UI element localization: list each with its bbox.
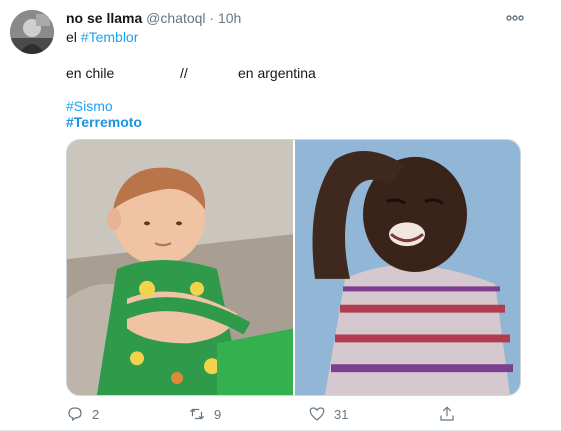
share-button[interactable] xyxy=(438,403,464,425)
timestamp[interactable]: 10h xyxy=(218,10,241,26)
share-icon xyxy=(440,406,454,421)
tweet-text-line-4: #Terremoto xyxy=(66,114,142,130)
hashtag-sismo[interactable]: #Sismo xyxy=(66,98,113,114)
display-name[interactable]: no se llama xyxy=(66,10,142,26)
text-separator-slashes: // xyxy=(180,65,188,81)
tweet-media[interactable] xyxy=(66,139,521,396)
more-button[interactable] xyxy=(503,8,527,28)
tweet-actions: 2 9 31 xyxy=(66,403,496,425)
retweet-icon xyxy=(189,408,205,420)
like-button[interactable]: 31 xyxy=(308,403,348,425)
like-icon xyxy=(309,407,325,421)
more-icon xyxy=(506,15,524,21)
retweet-button[interactable]: 9 xyxy=(188,403,221,425)
reply-button[interactable]: 2 xyxy=(66,403,99,425)
separator: · xyxy=(209,10,215,26)
avatar[interactable] xyxy=(10,10,54,54)
text-en-chile: en chile xyxy=(66,65,115,81)
tweet-text-line-1: el #Temblor xyxy=(66,29,138,45)
retweet-count: 9 xyxy=(214,406,222,422)
tweet-card[interactable]: no se llama @chatoql · 10h el #Temblor e… xyxy=(0,0,561,431)
tweet-text-line-3: #Sismo xyxy=(66,98,113,114)
hashtag-terremoto[interactable]: #Terremoto xyxy=(66,114,142,130)
reply-count: 2 xyxy=(92,406,100,422)
tweet-header: no se llama @chatoql · 10h xyxy=(66,10,241,26)
reply-icon xyxy=(68,407,82,422)
hashtag-temblor[interactable]: #Temblor xyxy=(81,29,139,45)
image-crying-kid[interactable] xyxy=(295,140,521,395)
like-count: 31 xyxy=(334,406,349,422)
tweet-text-line-2: en chile // en argentina xyxy=(66,65,526,83)
image-boy-on-couch[interactable] xyxy=(67,140,293,395)
text-en-argentina: en argentina xyxy=(238,65,316,81)
text-el: el xyxy=(66,29,81,45)
user-handle[interactable]: @chatoql xyxy=(146,10,205,26)
avatar-image xyxy=(10,10,54,54)
